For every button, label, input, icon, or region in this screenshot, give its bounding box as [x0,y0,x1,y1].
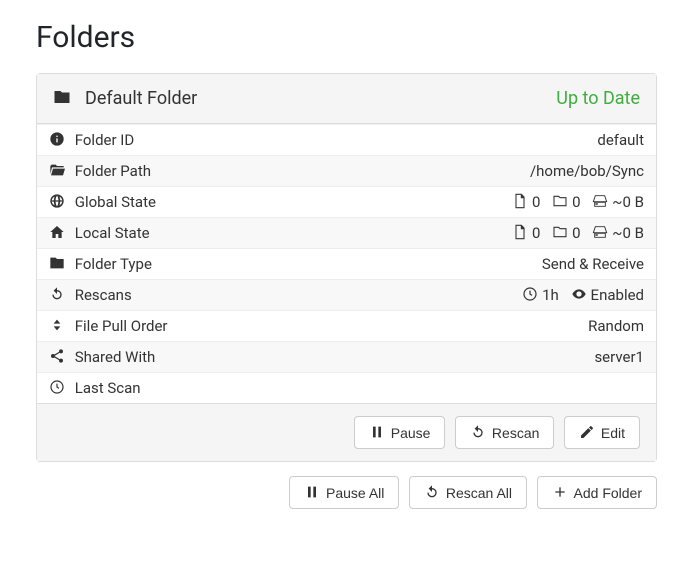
refresh-icon [424,484,440,501]
edit-button[interactable]: Edit [564,416,640,449]
row-shared-with: Shared With server1 [37,342,656,373]
local-bytes: ~0 B [612,224,644,242]
global-dirs: 0 [572,193,580,211]
clock-icon [522,286,538,304]
folder-panel: Default Folder Up to Date Folder ID defa… [36,73,657,462]
row-rescans: Rescans 1h Enabled [37,280,656,311]
local-dirs: 0 [572,224,580,242]
value: /home/bob/Sync [332,156,656,187]
global-buttons: Pause All Rescan All Add Folder [36,476,657,509]
global-bytes: ~0 B [612,193,644,211]
info-icon [49,131,65,149]
home-icon [49,224,65,242]
refresh-icon [49,286,65,304]
folder-footer: Pause Rescan Edit [37,403,656,461]
refresh-icon [470,424,486,441]
label: Local State [75,224,150,242]
file-icon [512,224,528,242]
pause-all-button[interactable]: Pause All [289,476,399,509]
pencil-icon [579,424,595,441]
globe-icon [49,193,65,211]
hdd-icon [592,224,608,242]
rescan-label: Rescan [492,425,539,441]
rescan-watch: Enabled [591,286,644,304]
label: File Pull Order [75,317,168,335]
pause-label: Pause [391,425,431,441]
label: Last Scan [75,379,141,397]
edit-label: Edit [601,425,625,441]
rescan-all-label: Rescan All [446,485,512,501]
row-folder-path: Folder Path /home/bob/Sync [37,156,656,187]
value: default [332,125,656,156]
plus-icon [552,484,568,501]
row-folder-id: Folder ID default [37,125,656,156]
row-global-state: Global State 0 0 ~0 B [37,187,656,218]
add-folder-button[interactable]: Add Folder [537,476,657,509]
sort-icon [49,317,65,335]
folder-small-icon [552,224,568,242]
folder-small-icon [552,193,568,211]
folder-header[interactable]: Default Folder Up to Date [37,74,656,124]
label: Folder Type [75,255,152,273]
pause-icon [369,424,385,441]
file-icon [512,193,528,211]
eye-icon [571,286,587,304]
folder-filled-icon [49,255,65,273]
global-files: 0 [532,193,540,211]
share-icon [49,348,65,366]
folder-icon [53,88,71,109]
folder-name: Default Folder [85,88,556,109]
folder-status: Up to Date [556,88,640,109]
label: Global State [75,193,156,211]
local-files: 0 [532,224,540,242]
rescan-interval: 1h [542,286,559,304]
page-title: Folders [36,20,657,55]
label: Folder Path [75,162,151,180]
pause-all-label: Pause All [326,485,384,501]
pause-button[interactable]: Pause [354,416,446,449]
clock-icon [49,379,65,397]
value: Send & Receive [332,249,656,280]
pause-icon [304,484,320,501]
add-folder-label: Add Folder [574,485,642,501]
row-folder-type: Folder Type Send & Receive [37,249,656,280]
folder-open-icon [49,162,65,180]
row-pull-order: File Pull Order Random [37,311,656,342]
label: Shared With [75,348,156,366]
row-last-scan: Last Scan [37,373,656,404]
label: Rescans [75,286,132,304]
value: Random [332,311,656,342]
row-local-state: Local State 0 0 ~0 B [37,218,656,249]
rescan-button[interactable]: Rescan [455,416,554,449]
folder-details-table: Folder ID default Folder Path /home/bob/… [37,124,656,403]
label: Folder ID [75,131,134,149]
value [332,373,656,404]
rescan-all-button[interactable]: Rescan All [409,476,527,509]
hdd-icon [592,193,608,211]
value: server1 [332,342,656,373]
